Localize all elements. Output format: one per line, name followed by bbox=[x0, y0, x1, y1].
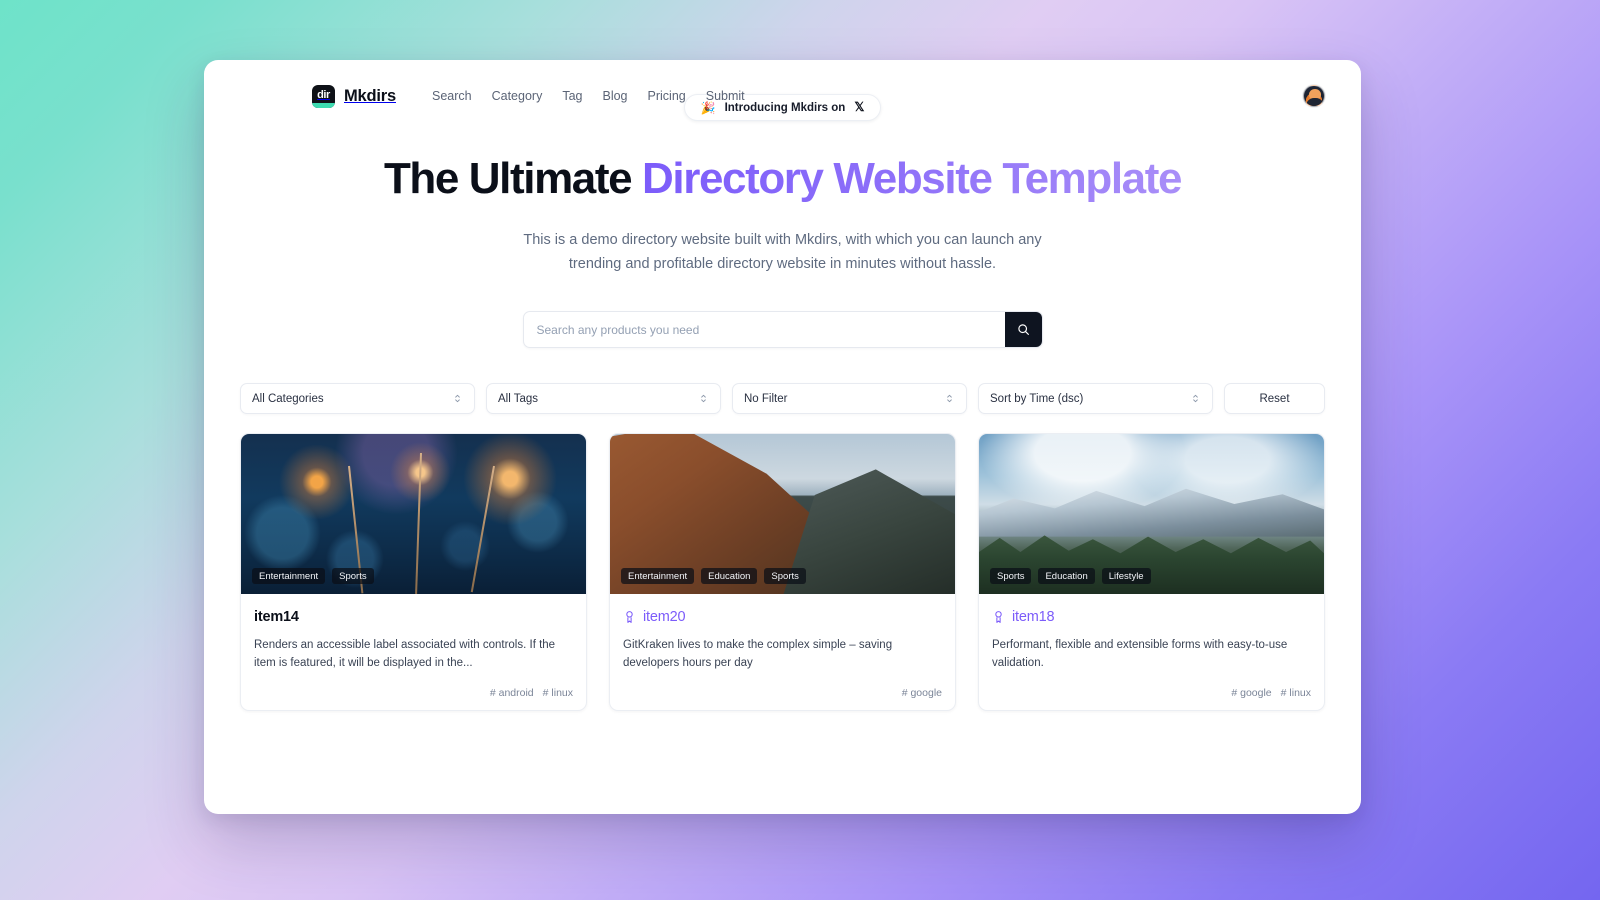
card-tag-list: # android # linux bbox=[254, 673, 573, 710]
card-tag-list: # google bbox=[623, 673, 942, 710]
card-tag[interactable]: # google bbox=[902, 687, 942, 699]
search-icon bbox=[1017, 324, 1029, 336]
card-tag[interactable]: # android bbox=[490, 687, 534, 699]
hero-subtitle-line-1: This is a demo directory website built w… bbox=[523, 232, 1015, 249]
nav-item-submit[interactable]: Submit bbox=[706, 89, 745, 103]
card-title-row: item20 bbox=[623, 609, 942, 625]
select-sort-value: Sort by Time (dsc) bbox=[990, 392, 1084, 405]
card-thumbnail: Sports Education Lifestyle bbox=[979, 434, 1324, 595]
chevron-updown-icon bbox=[455, 395, 460, 403]
card-description: Renders an accessible label associated w… bbox=[254, 639, 556, 670]
navbar: dir Mkdirs Search Category Tag Blog Pric… bbox=[204, 60, 1361, 132]
navbar-right bbox=[1303, 85, 1325, 107]
chevron-updown-icon bbox=[1193, 395, 1198, 403]
title-accent-part: Directory Website Template bbox=[642, 154, 1182, 203]
card-title: item18 bbox=[1012, 609, 1055, 626]
item-card[interactable]: Sports Education Lifestyle item18 Perfor… bbox=[978, 433, 1325, 711]
card-body: item20 GitKraken lives to make the compl… bbox=[610, 594, 955, 710]
card-thumbnail: Entertainment Sports bbox=[241, 434, 586, 595]
nav-item-blog[interactable]: Blog bbox=[602, 89, 627, 103]
select-filter-value: No Filter bbox=[744, 392, 788, 405]
card-title: item14 bbox=[254, 609, 299, 626]
select-categories-value: All Categories bbox=[252, 392, 324, 405]
brand-name: Mkdirs bbox=[344, 86, 396, 105]
select-sort[interactable]: Sort by Time (dsc) bbox=[978, 383, 1213, 415]
reset-filters-button[interactable]: Reset bbox=[1224, 383, 1325, 415]
card-title: item20 bbox=[643, 609, 686, 626]
card-category-list: Sports Education Lifestyle bbox=[990, 568, 1151, 585]
card-body: item14 Renders an accessible label assoc… bbox=[241, 594, 586, 710]
card-description: Performant, flexible and extensible form… bbox=[992, 639, 1288, 670]
page-title: The Ultimate Directory Website Template bbox=[204, 154, 1361, 203]
brand-home-link[interactable]: dir Mkdirs bbox=[312, 84, 396, 108]
nav-item-pricing[interactable]: Pricing bbox=[648, 89, 686, 103]
card-body: item18 Performant, flexible and extensib… bbox=[979, 594, 1324, 710]
search-submit-button[interactable] bbox=[1004, 312, 1042, 348]
featured-medal-icon bbox=[992, 610, 1005, 624]
card-tag[interactable]: # linux bbox=[1281, 687, 1311, 699]
search-input[interactable] bbox=[523, 312, 1005, 348]
card-category-list: Entertainment Education Sports bbox=[621, 568, 806, 585]
category-chip[interactable]: Lifestyle bbox=[1101, 568, 1151, 585]
category-chip[interactable]: Sports bbox=[990, 568, 1032, 585]
card-tag[interactable]: # google bbox=[1231, 687, 1271, 699]
select-categories[interactable]: All Categories bbox=[240, 383, 475, 415]
nav-item-tag[interactable]: Tag bbox=[562, 89, 582, 103]
category-chip[interactable]: Sports bbox=[764, 568, 806, 585]
nav-item-search[interactable]: Search bbox=[432, 89, 472, 103]
category-chip[interactable]: Education bbox=[701, 568, 758, 585]
select-tags[interactable]: All Tags bbox=[486, 383, 721, 415]
search-bar bbox=[522, 311, 1043, 349]
hero-subtitle: This is a demo directory website built w… bbox=[503, 229, 1063, 277]
mkdirs-logo-icon: dir bbox=[312, 84, 335, 108]
avatar[interactable] bbox=[1303, 85, 1325, 107]
select-tags-value: All Tags bbox=[498, 392, 539, 405]
chevron-updown-icon bbox=[947, 395, 952, 403]
browser-window: dir Mkdirs Search Category Tag Blog Pric… bbox=[204, 60, 1361, 814]
card-description: GitKraken lives to make the complex simp… bbox=[623, 639, 893, 670]
category-chip[interactable]: Entertainment bbox=[252, 568, 326, 585]
category-chip[interactable]: Entertainment bbox=[621, 568, 695, 585]
item-grid: Entertainment Sports item14 Renders an a… bbox=[240, 433, 1325, 711]
card-title-row: item18 bbox=[992, 609, 1311, 625]
logo-accent-bar bbox=[312, 102, 335, 108]
logo-glyph-text: dir bbox=[317, 88, 330, 101]
nav-item-category[interactable]: Category bbox=[492, 89, 543, 103]
item-card[interactable]: Entertainment Education Sports item20 Gi… bbox=[609, 433, 956, 711]
category-chip[interactable]: Education bbox=[1038, 568, 1095, 585]
nav-links: Search Category Tag Blog Pricing Submit bbox=[432, 89, 745, 103]
card-tag[interactable]: # linux bbox=[543, 687, 573, 699]
card-title-row: item14 bbox=[254, 609, 573, 625]
chevron-updown-icon bbox=[701, 395, 706, 403]
card-thumbnail: Entertainment Education Sports bbox=[610, 434, 955, 595]
featured-medal-icon bbox=[623, 610, 636, 624]
card-tag-list: # google # linux bbox=[992, 673, 1311, 710]
select-filter[interactable]: No Filter bbox=[732, 383, 967, 415]
card-category-list: Entertainment Sports bbox=[252, 568, 374, 585]
category-chip[interactable]: Sports bbox=[332, 568, 374, 585]
filter-toolbar: All Categories All Tags No Filter Sort b… bbox=[240, 383, 1325, 415]
title-plain-part: The Ultimate bbox=[383, 154, 643, 203]
item-card[interactable]: Entertainment Sports item14 Renders an a… bbox=[240, 433, 587, 711]
